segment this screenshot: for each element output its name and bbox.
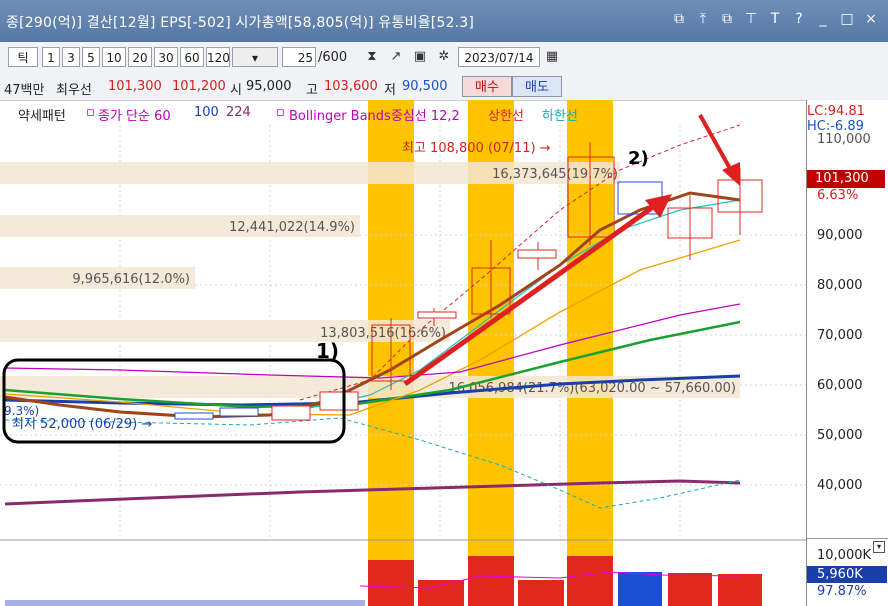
chart-toolbar: 틱 1 3 5 10 20 30 60 120 ▾ 25 /600 ⧗ ↗ ▣ … — [0, 42, 888, 75]
high-value: 103,600 — [324, 79, 378, 94]
volume-max-label: 10,000K — [817, 548, 872, 563]
tick-50000: 50,000 — [817, 428, 863, 443]
pin-icon[interactable]: ⤒ — [694, 10, 712, 28]
sell-button[interactable]: 매도 — [512, 76, 562, 97]
count-total: /600 — [318, 50, 348, 65]
text-icon[interactable]: T — [766, 10, 784, 28]
left-cut-label: 9.3%) — [4, 404, 39, 418]
vp-label-1: 16,373,645(19.7%) — [492, 167, 618, 182]
interval-30[interactable]: 30 — [154, 47, 178, 67]
tick-40000: 40,000 — [817, 478, 863, 493]
top-arrow-head — [722, 162, 740, 186]
minimize-icon[interactable]: _ — [814, 10, 832, 28]
date-input[interactable]: 2023/07/14 — [458, 47, 540, 67]
volume-current-tag: 5,960K — [807, 566, 887, 583]
help-icon[interactable]: ? — [790, 10, 808, 28]
annotation-label-2: 2) — [628, 148, 649, 169]
candlestick-chart[interactable]: 16,373,645(19.7%) 12,441,022(14.9%) 9,96… — [0, 100, 806, 606]
open-label: 시 — [230, 83, 242, 98]
window-controls: ⧉ ⤒ ⧉ ⊤ T ? _ □ × — [670, 10, 880, 28]
high-annotation: 최고 108,800 (07/11) → — [402, 141, 551, 156]
legend-ma-100: 100 — [194, 105, 219, 120]
legend-ma-icon: ▫ — [86, 105, 95, 120]
maximize-icon[interactable]: □ — [838, 10, 856, 28]
tick-70000: 70,000 — [817, 328, 863, 343]
interval-20[interactable]: 20 — [128, 47, 152, 67]
current-price-tag: 101,300 — [807, 170, 885, 188]
interval-3[interactable]: 3 — [62, 47, 80, 67]
window-title-bar: 종[290(억)] 결산[12월] EPS[-502] 시가총액[58,805(… — [0, 0, 888, 42]
stock-info-title: 종[290(억)] 결산[12월] EPS[-502] 시가총액[58,805(… — [6, 15, 475, 31]
legend-ma-224: 224 — [226, 105, 251, 120]
high-label: 고 — [306, 83, 318, 98]
calendar-icon[interactable]: ▦ — [542, 47, 562, 67]
gear-icon[interactable]: ✲ — [434, 47, 454, 67]
price-info-bar: 47백만 최우선 101,300 101,200 시 95,000 고 103,… — [0, 74, 888, 101]
count-input[interactable]: 25 — [282, 47, 316, 67]
restore-icon[interactable]: ⧉ — [718, 10, 736, 28]
buy-button[interactable]: 매수 — [462, 76, 512, 97]
best-label: 최우선 — [56, 83, 92, 98]
volume-pct: 97.87% — [817, 584, 867, 599]
legend-pattern: 약세패턴 — [18, 109, 66, 124]
open-value: 95,000 — [246, 79, 292, 94]
indicator-icon[interactable]: ↗ — [386, 47, 406, 67]
lc-label: LC:94.81 — [807, 104, 865, 119]
interval-60[interactable]: 60 — [180, 47, 204, 67]
indicator-legend: 약세패턴 ▫ 종가 단순 60 100 224 ▫ Bollinger Band… — [0, 101, 806, 125]
legend-upper: 상한선 — [488, 109, 524, 124]
tick-60000: 60,000 — [817, 378, 863, 393]
volume-bars — [5, 556, 762, 606]
collapse-icon[interactable]: ▾ — [873, 541, 885, 553]
legend-lower: 하한선 — [542, 109, 578, 124]
share-icon[interactable]: ⧉ — [670, 10, 688, 28]
interval-1[interactable]: 1 — [42, 47, 60, 67]
current-pct: 6.63% — [817, 188, 859, 203]
interval-select[interactable]: ▾ — [232, 47, 278, 67]
pin-down-icon[interactable]: ⊤ — [742, 10, 760, 28]
price-axis: LC:94.81 HC:-6.89 110,000 101,300 6.63% … — [806, 100, 888, 606]
close-icon[interactable]: × — [862, 10, 880, 28]
annotation-label-1: 1) — [316, 339, 339, 363]
interval-10[interactable]: 10 — [102, 47, 126, 67]
trend-arrow-line — [403, 199, 662, 387]
tick-80000: 80,000 — [817, 278, 863, 293]
interval-5[interactable]: 5 — [82, 47, 100, 67]
legend-ma-60: 종가 단순 60 — [98, 109, 171, 124]
vp-label-2: 12,441,022(14.9%) — [229, 220, 355, 235]
legend-bb-icon: ▫ — [276, 105, 285, 120]
volume-text: 47백만 — [4, 83, 45, 98]
axis-divider — [807, 538, 888, 539]
low-value: 90,500 — [402, 79, 448, 94]
best-ask: 101,300 — [108, 79, 162, 94]
tick-110000: 110,000 — [817, 132, 871, 147]
interval-120[interactable]: 120 — [206, 47, 230, 67]
save-icon[interactable]: ▣ — [410, 47, 430, 67]
low-label: 저 — [384, 83, 396, 98]
best-bid: 101,200 — [172, 79, 226, 94]
vp-label-3: 9,965,616(12.0%) — [72, 272, 190, 287]
tick-button[interactable]: 틱 — [8, 47, 38, 67]
tick-90000: 90,000 — [817, 228, 863, 243]
low-annotation: 최저 52,000 (06/29) → — [12, 417, 152, 432]
legend-bb: Bollinger Bands중심선 12,2 — [289, 109, 460, 124]
candle-settings-icon[interactable]: ⧗ — [362, 47, 382, 67]
